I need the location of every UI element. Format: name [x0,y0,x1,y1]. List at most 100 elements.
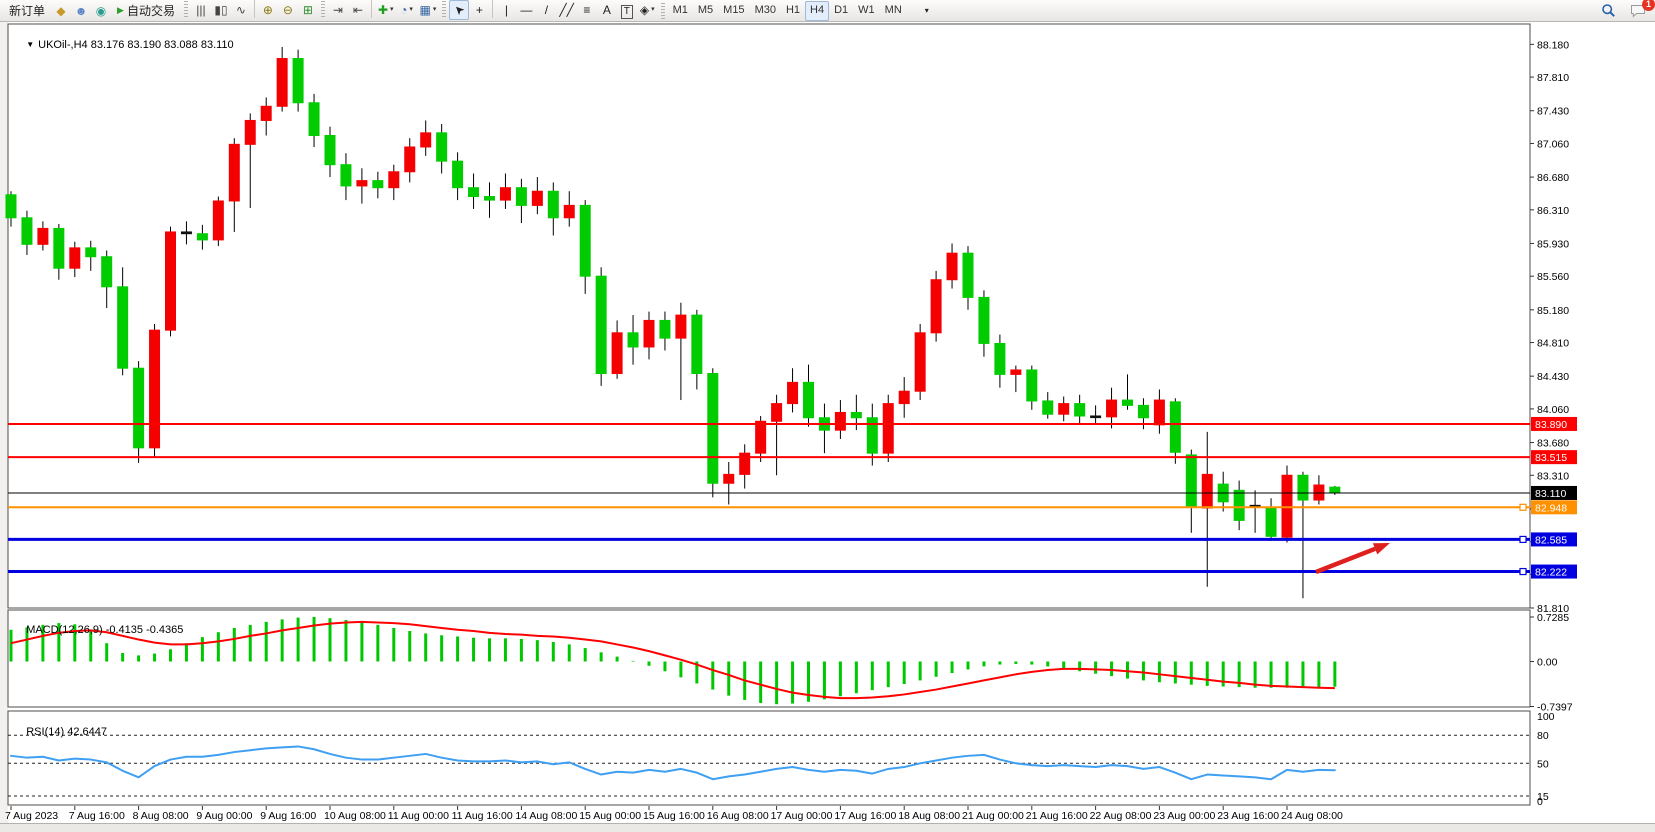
rsi-panel[interactable] [8,711,1530,805]
candle-body [1075,404,1085,416]
toolbar-grip[interactable] [321,1,325,17]
timeframe-button-h4[interactable]: H4 [805,1,829,21]
equidistant-channel-icon: ╱╱ [559,4,573,16]
timeframe-button-d1[interactable]: D1 [829,1,853,21]
toolbar-grip[interactable] [442,1,446,17]
zoom-in-icon[interactable]: ⊕ [258,0,278,20]
line-chart-icon[interactable]: ∿ [231,0,251,20]
zoom-out-icon[interactable]: ⊖ [278,0,298,20]
symbol-dropdown-icon[interactable]: ▼ [26,40,34,49]
navigator-icon: ◉ [96,5,106,17]
dropdown-caret-icon[interactable]: ▾ [409,6,413,13]
level-line-handle[interactable] [1520,569,1526,575]
timeframe-button-m5[interactable]: M5 [693,1,718,21]
equidistant-channel-icon[interactable]: ╱╱ [556,0,576,20]
candle-body [86,248,96,257]
add-indicator-icon[interactable]: ✚▾ [375,0,397,20]
candle-body [229,144,239,201]
candle-body [644,320,654,347]
templates-icon[interactable]: ▦▾ [417,0,440,20]
horizontal-line-icon: — [520,4,532,16]
chart-title: ▼UKOil-,H4 83.176 83.190 83.088 83.110 [14,27,234,63]
time-axis-label: 16 Aug 08:00 [707,810,769,822]
macd-values: -0.4135 -0.4365 [106,624,184,636]
candle-body [1059,404,1069,415]
candle-body [485,197,495,201]
timeframe-button-m1[interactable]: M1 [668,1,693,21]
notifications-chat-icon[interactable]: 1 [1627,1,1649,21]
bar-chart-icon[interactable]: ||| [191,0,211,20]
price-level-badge-text: 82.948 [1535,502,1567,514]
candle-body [548,191,558,218]
candle-body [851,412,861,417]
timeframe-button-w1[interactable]: W1 [853,1,880,21]
candle-body [1107,400,1117,417]
text-icon[interactable]: A [597,0,617,20]
candle-body [724,474,734,483]
vertical-line-icon[interactable]: | [496,0,516,20]
candle-body [1138,405,1148,417]
timeframe-button-h1[interactable]: H1 [781,1,805,21]
timeframe-button-m30[interactable]: M30 [750,1,781,21]
candle-body [213,201,223,240]
time-axis-label: 21 Aug 16:00 [1026,810,1088,822]
toolbar-separator [492,0,493,18]
candle-body [708,374,718,484]
price-axis-label: 84.430 [1537,371,1569,383]
new-order-button[interactable]: 新订单 [3,1,51,21]
level-line-handle[interactable] [1520,504,1526,510]
main-chart-panel[interactable] [8,24,1530,608]
rsi-panel-label: RSI(14) 42.6447 [14,714,107,750]
autotrade-label: 自动交易 [127,5,175,17]
crosshair-icon[interactable]: + [469,0,489,20]
notification-count-badge: 1 [1642,0,1655,11]
chart-shift-icon[interactable]: ⇤ [348,0,368,20]
chart-canvas[interactable]: 88.18087.81087.43087.06086.68086.31085.9… [0,0,1655,832]
tile-windows-icon[interactable]: ⊞ [298,0,318,20]
price-axis-label: 86.680 [1537,172,1569,184]
market-watch-icon[interactable]: ◆ [51,1,71,21]
macd-axis-label: 0.00 [1537,657,1558,669]
toolbar-grip[interactable] [184,1,188,17]
search-icon[interactable] [1598,1,1619,21]
data-window-icon[interactable]: ☻ [71,1,91,21]
timeframe-button-mn[interactable]: MN [880,1,907,21]
price-axis-label: 85.930 [1537,238,1569,250]
auto-scroll-icon[interactable]: ⇥ [328,0,348,20]
macd-panel[interactable] [8,610,1530,707]
cursor-icon[interactable]: ➤ [449,0,469,20]
label-icon[interactable]: T [617,2,637,22]
cursor-icon: ➤ [452,2,468,18]
candle-body [373,181,383,188]
candle-body [325,135,335,164]
dropdown-caret-icon[interactable]: ▾ [651,6,655,13]
candle-body [437,133,447,161]
rsi-axis-label: 50 [1537,758,1549,770]
dropdown-caret-icon[interactable]: ▾ [433,6,437,13]
time-axis-label: 11 Aug 16:00 [452,810,513,822]
candle-body [931,280,941,333]
candle-body [1266,507,1276,536]
price-level-badge-text: 82.585 [1535,534,1567,546]
candle-body [197,234,207,240]
horizontal-line-icon[interactable]: — [516,0,536,20]
toolbar-grip[interactable] [661,3,665,19]
candle-body [692,315,702,373]
dropdown-caret-icon[interactable]: ▾ [390,6,394,13]
candle-body [22,218,32,245]
price-axis-label: 87.430 [1537,106,1569,118]
tile-windows-icon: ⊞ [303,4,313,16]
toolbar-overflow-chevron[interactable]: ▾ [917,1,937,21]
autotrade-button[interactable]: ▶ 自动交易 [111,1,181,21]
main-toolbar: 新订单 ◆☻ ◉ ▶ 自动交易 |||▮▯∿ ⊕⊖ ⊞ ⇥⇤ ✚▾◔▾▦▾ ➤+ | — /╱╱ ≡… [0,0,1655,22]
price-axis-label: 87.060 [1537,138,1569,150]
timeframe-button-m15[interactable]: M15 [718,1,749,21]
level-line-handle[interactable] [1520,536,1526,542]
shapes-icon[interactable]: ◈▾ [637,0,658,20]
periods-clock-icon[interactable]: ◔▾ [397,0,417,20]
candle-body [500,188,510,200]
trendline-icon[interactable]: / [536,0,556,20]
candlestick-chart-icon[interactable]: ▮▯ [211,0,231,20]
navigator-icon[interactable]: ◉ [91,1,111,21]
fibonacci-icon[interactable]: ≡ [577,0,597,20]
